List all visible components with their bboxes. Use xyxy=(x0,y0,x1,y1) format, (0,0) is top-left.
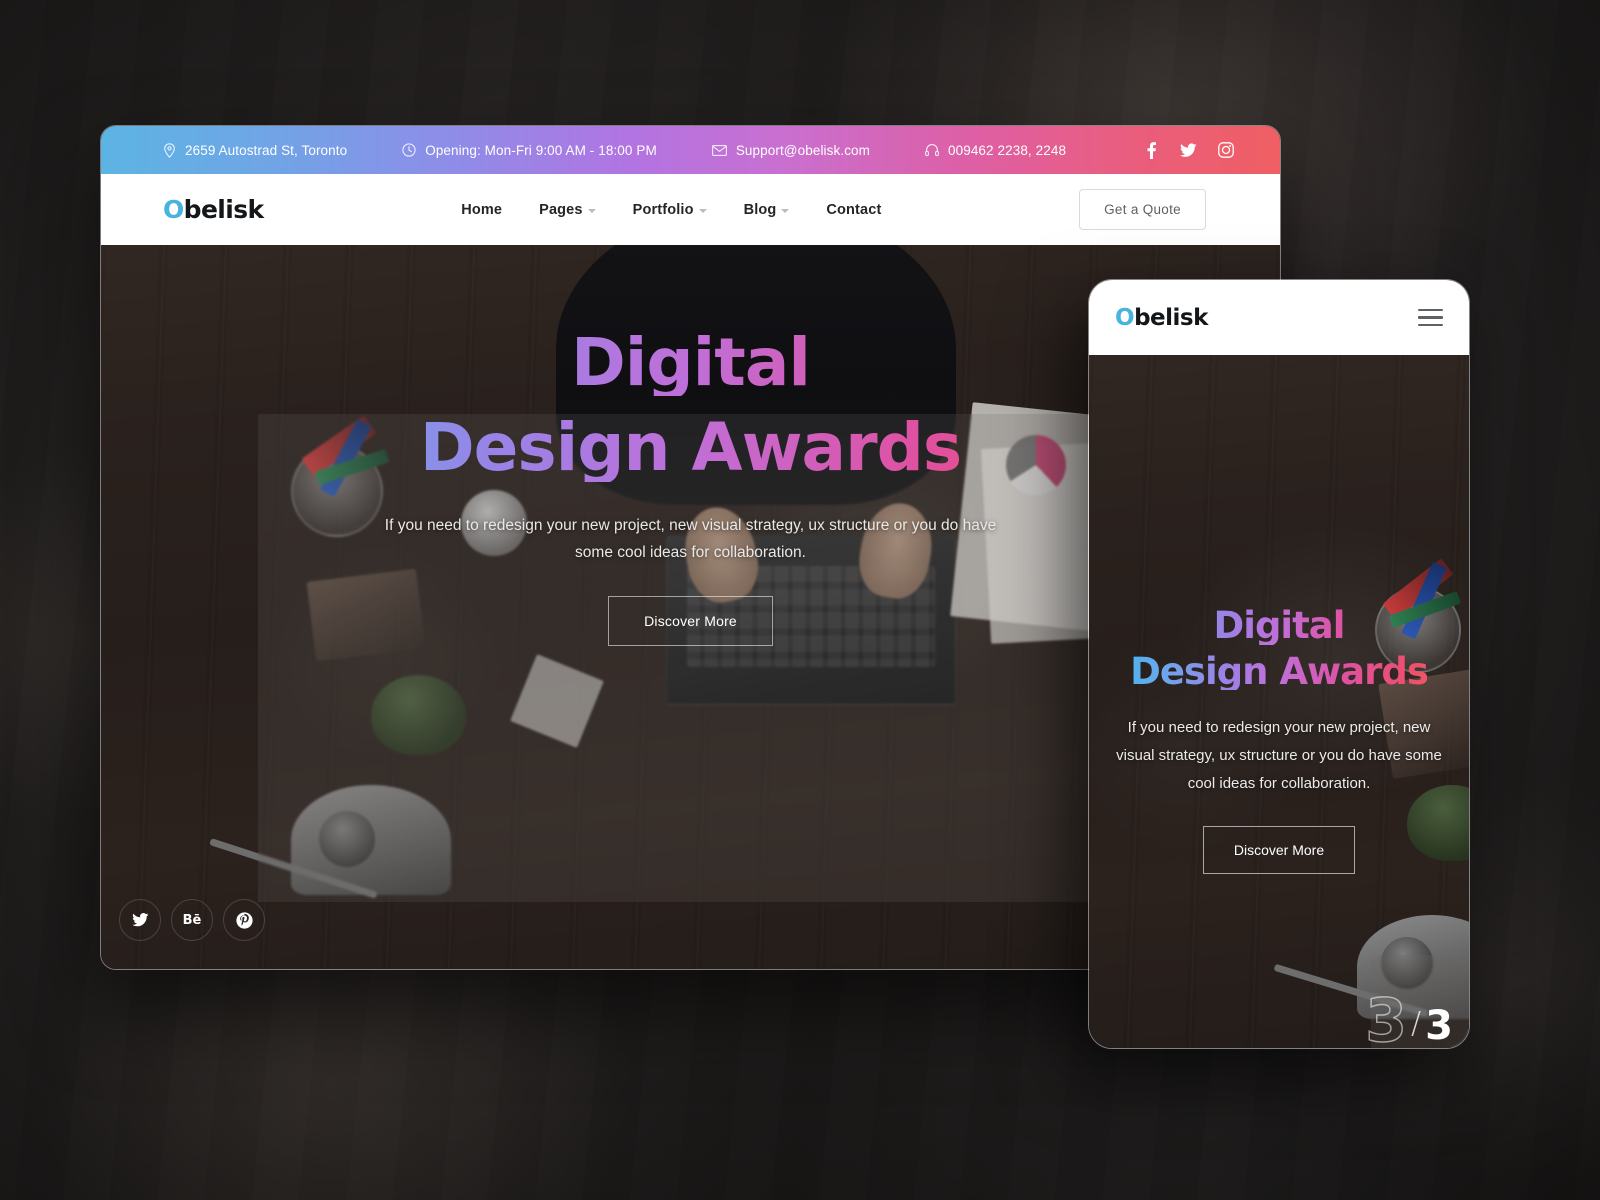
nav-item-contact[interactable]: Contact xyxy=(826,202,881,218)
mobile-logo-accent-letter: O xyxy=(1115,304,1135,331)
nav-item-portfolio-label: Portfolio xyxy=(632,201,694,218)
logo-accent-letter: O xyxy=(163,195,184,224)
slide-counter: 3 / 3 xyxy=(1365,986,1453,1049)
nav-item-contact-label: Contact xyxy=(826,201,882,218)
twitter-icon[interactable] xyxy=(119,899,161,941)
topbar-phone-text: 009462 2238, 2248 xyxy=(948,142,1067,158)
hero-heading-line-1: Digital xyxy=(101,329,1280,397)
hero-content: Digital Design Awards If you need to red… xyxy=(101,329,1280,646)
nav-item-blog-label: Blog xyxy=(743,201,777,218)
main-navigation-bar: Obelisk Home Pages Portfolio Blog Contac… xyxy=(101,174,1280,245)
get-a-quote-button[interactable]: Get a Quote xyxy=(1079,189,1206,230)
nav-item-pages[interactable]: Pages xyxy=(539,201,596,218)
behance-label: Bē xyxy=(182,912,202,928)
location-pin-icon xyxy=(163,142,176,158)
hero-heading-line-2: Design Awards xyxy=(101,414,1280,482)
topbar-email-text: Support@obelisk.com xyxy=(735,142,870,158)
mobile-hero-subtitle: If you need to redesign your new project… xyxy=(1116,719,1442,792)
headset-icon xyxy=(925,143,939,157)
topbar-social-links xyxy=(1143,141,1262,159)
topbar-address: 2659 Autostrad St, Toronto xyxy=(163,143,347,158)
top-info-bar: 2659 Autostrad St, Toronto Opening: Mon-… xyxy=(101,126,1280,174)
mobile-hero-heading-line-1: Digital xyxy=(1107,607,1451,645)
hero-subtitle: If you need to redesign your new project… xyxy=(384,516,997,561)
slide-total-number: 3 xyxy=(1425,1003,1453,1049)
topbar-phone[interactable]: 009462 2238, 2248 xyxy=(925,143,1066,158)
mobile-discover-more-button[interactable]: Discover More xyxy=(1202,825,1356,874)
mobile-logo-text: belisk xyxy=(1134,304,1208,331)
mockup-scene: 2659 Autostrad St, Toronto Opening: Mon-… xyxy=(0,0,1600,1200)
envelope-icon xyxy=(711,144,727,156)
chevron-down-icon xyxy=(587,208,596,213)
slide-separator: / xyxy=(1411,1006,1422,1041)
twitter-icon[interactable] xyxy=(1180,142,1197,159)
chevron-down-icon xyxy=(781,208,790,213)
hamburger-menu-icon[interactable] xyxy=(1418,308,1443,327)
nav-item-blog[interactable]: Blog xyxy=(744,202,790,218)
topbar-address-text: 2659 Autostrad St, Toronto xyxy=(185,142,348,158)
topbar-hours: Opening: Mon-Fri 9:00 AM - 18:00 PM xyxy=(402,143,657,158)
nav-item-home-label: Home xyxy=(461,201,503,218)
pinterest-icon[interactable] xyxy=(223,899,265,941)
chevron-down-icon xyxy=(698,208,707,213)
clock-icon xyxy=(402,143,416,157)
nav-menu: Home Pages Portfolio Blog Contact xyxy=(461,202,881,218)
instagram-icon[interactable] xyxy=(1217,142,1234,159)
nav-item-pages-label: Pages xyxy=(539,201,583,218)
hero-social-links: Bē xyxy=(119,899,265,941)
nav-item-portfolio[interactable]: Portfolio xyxy=(633,202,707,218)
topbar-email[interactable]: Support@obelisk.com xyxy=(711,142,870,158)
mobile-hero-content: Digital Design Awards If you need to red… xyxy=(1089,607,1469,874)
mobile-site-logo[interactable]: Obelisk xyxy=(1115,305,1208,331)
site-logo[interactable]: Obelisk xyxy=(163,195,264,224)
topbar-hours-text: Opening: Mon-Fri 9:00 AM - 18:00 PM xyxy=(425,142,657,158)
nav-item-home[interactable]: Home xyxy=(461,202,502,218)
behance-icon[interactable]: Bē xyxy=(171,899,213,941)
logo-text: belisk xyxy=(183,195,265,224)
slide-current-number: 3 xyxy=(1365,986,1408,1049)
mobile-hero-heading-line-2: Design Awards xyxy=(1107,652,1451,691)
discover-more-button[interactable]: Discover More xyxy=(608,595,773,646)
facebook-icon[interactable] xyxy=(1143,141,1160,159)
